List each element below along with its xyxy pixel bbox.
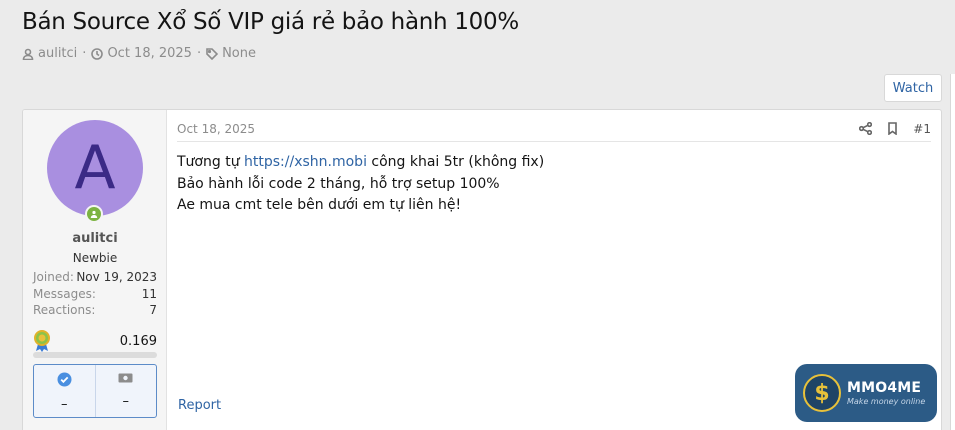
dollar-coin-icon: $ — [803, 374, 841, 412]
post-username[interactable]: aulitci — [23, 231, 167, 246]
badge-verified[interactable]: – — [34, 365, 95, 417]
clock-icon — [91, 47, 104, 60]
line-text: Tương tự — [177, 154, 245, 170]
user-stats: Joined: Nov 19, 2023 Messages: 11 Reacti… — [33, 270, 157, 320]
meta-separator: · — [196, 46, 202, 61]
post-header: Oct 18, 2025 #1 — [177, 122, 931, 142]
online-user-icon — [90, 210, 98, 218]
badge-value: – — [122, 394, 130, 409]
stat-label: Joined: — [33, 270, 74, 284]
badge-money[interactable]: – — [94, 365, 157, 417]
post-actions: #1 — [859, 122, 931, 141]
watch-button[interactable]: Watch — [884, 74, 942, 102]
stat-label: Reactions: — [33, 303, 96, 317]
share-icon[interactable] — [859, 122, 873, 135]
verified-check-icon — [57, 372, 72, 387]
user-points: 0.169 — [33, 330, 157, 352]
post-line-3: Ae mua cmt tele bên dưới em tự liên hệ! — [177, 197, 462, 213]
line-text: công khai 5tr (không fix) — [366, 154, 545, 170]
stat-reactions: Reactions: 7 — [33, 303, 157, 320]
stat-label: Messages: — [33, 286, 96, 301]
sidebar-edge — [950, 74, 955, 430]
stat-joined: Joined: Nov 19, 2023 — [33, 270, 157, 287]
report-link[interactable]: Report — [178, 398, 221, 413]
thread-meta: aulitci · Oct 18, 2025 · None — [22, 46, 256, 61]
post-line-1: Tương tự https://xshn.mobi công khai 5tr… — [177, 152, 544, 174]
post-link[interactable]: https://xshn.mobi — [244, 154, 367, 170]
points-value: 0.169 — [119, 333, 157, 349]
points-progress-bar — [33, 352, 157, 358]
post-body: Tương tự https://xshn.mobi công khai 5tr… — [177, 152, 544, 217]
user-title: Newbie — [72, 251, 118, 265]
watermark-brand: MMO4ME — [847, 380, 922, 396]
meta-separator: · — [82, 46, 87, 61]
watermark-tagline: Make money online — [847, 397, 926, 406]
money-icon — [118, 373, 133, 383]
user-icon — [22, 48, 34, 60]
thread-tags: None — [222, 46, 256, 61]
medal-icon — [34, 330, 50, 352]
thread-title: Bán Source Xổ Số VIP giá rẻ bảo hành 100… — [22, 9, 519, 35]
thread-date-link[interactable]: Oct 18, 2025 — [107, 46, 192, 61]
post-line-2: Bảo hành lỗi code 2 tháng, hỗ trợ setup … — [177, 175, 500, 192]
stat-value: 11 — [141, 286, 157, 301]
post-date-link[interactable]: Oct 18, 2025 — [177, 122, 255, 141]
thread-author-link[interactable]: aulitci — [38, 46, 77, 61]
post-user-column: A aulitci Newbie Joined: Nov 19, 2023 Me… — [23, 110, 167, 430]
badge-value: – — [61, 397, 68, 412]
avatar[interactable]: A — [47, 120, 143, 216]
stat-value: Nov 19, 2023 — [76, 270, 157, 284]
watermark-logo: $ MMO4ME Make money online — [795, 364, 937, 422]
post-number-link[interactable]: #1 — [913, 122, 931, 136]
bookmark-icon[interactable] — [886, 122, 899, 135]
stat-messages: Messages: 11 — [33, 287, 157, 304]
stat-value: 7 — [149, 303, 157, 317]
online-status-badge — [85, 205, 103, 223]
user-badges: – – — [33, 364, 157, 418]
tag-icon — [206, 47, 219, 60]
